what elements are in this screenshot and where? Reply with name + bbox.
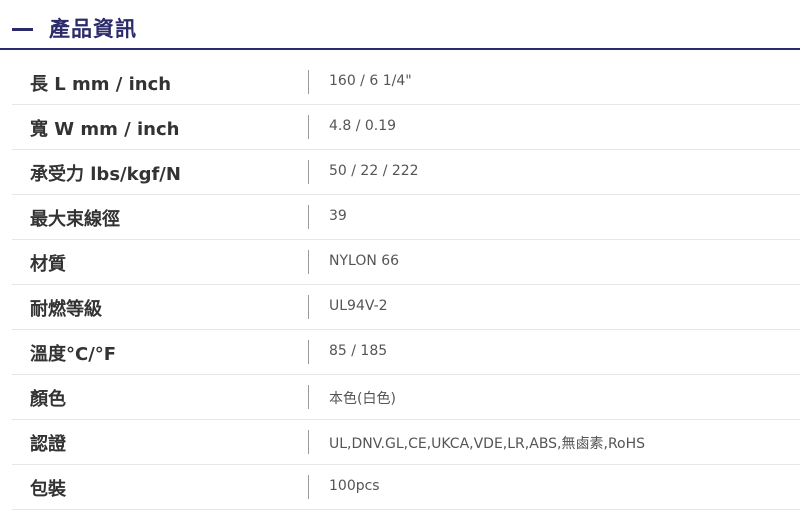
spec-row-width: 寬 W mm / inch 4.8 / 0.19 <box>12 105 800 150</box>
spec-row-temperature: 溫度°C/°F 85 / 185 <box>12 330 800 375</box>
spec-label: 材質 <box>30 254 66 275</box>
divider <box>308 475 309 499</box>
divider <box>308 160 309 184</box>
divider <box>308 205 309 229</box>
spec-row-material: 材質 NYLON 66 <box>12 240 800 285</box>
spec-label: 耐燃等級 <box>30 299 102 320</box>
header-dash-icon <box>12 28 33 31</box>
spec-row-certification: 認證 UL,DNV.GL,CE,UKCA,VDE,LR,ABS,無鹵素,RoHS <box>12 420 800 465</box>
spec-value: 4.8 / 0.19 <box>329 118 397 134</box>
section-title: 產品資訊 <box>49 17 137 41</box>
spec-row-max-bundle-diameter: 最大束線徑 39 <box>12 195 800 240</box>
spec-label: 承受力 lbs/kgf/N <box>30 164 181 185</box>
spec-label: 包裝 <box>30 479 66 500</box>
spec-row-color: 顏色 本色(白色) <box>12 375 800 420</box>
spec-row-tensile-strength: 承受力 lbs/kgf/N 50 / 22 / 222 <box>12 150 800 195</box>
divider <box>308 115 309 139</box>
spec-value: 50 / 22 / 222 <box>329 163 419 179</box>
spec-label: 認證 <box>30 434 66 455</box>
spec-row-packaging: 包裝 100pcs <box>12 465 800 510</box>
spec-row-length: 長 L mm / inch 160 / 6 1/4" <box>12 60 800 105</box>
divider <box>308 430 309 454</box>
section-header: 產品資訊 <box>0 0 800 50</box>
spec-value: 100pcs <box>329 478 380 494</box>
spec-label: 長 L mm / inch <box>30 74 172 95</box>
spec-label: 溫度°C/°F <box>30 344 117 365</box>
spec-row-flammability: 耐燃等級 UL94V-2 <box>12 285 800 330</box>
spec-value: 本色(白色) <box>329 391 396 407</box>
divider <box>308 250 309 274</box>
spec-value: NYLON 66 <box>329 253 400 269</box>
spec-value: 160 / 6 1/4" <box>329 73 412 89</box>
spec-table: 長 L mm / inch 160 / 6 1/4" 寬 W mm / inch… <box>12 60 800 510</box>
spec-value: 85 / 185 <box>329 343 388 359</box>
spec-label: 最大束線徑 <box>30 209 120 230</box>
spec-label: 寬 W mm / inch <box>30 119 180 140</box>
divider <box>308 70 309 94</box>
spec-value: UL94V-2 <box>329 298 388 314</box>
divider <box>308 340 309 364</box>
spec-value: 39 <box>329 208 347 224</box>
divider <box>308 295 309 319</box>
divider <box>308 385 309 409</box>
spec-value: UL,DNV.GL,CE,UKCA,VDE,LR,ABS,無鹵素,RoHS <box>329 436 646 452</box>
spec-label: 顏色 <box>30 389 66 410</box>
